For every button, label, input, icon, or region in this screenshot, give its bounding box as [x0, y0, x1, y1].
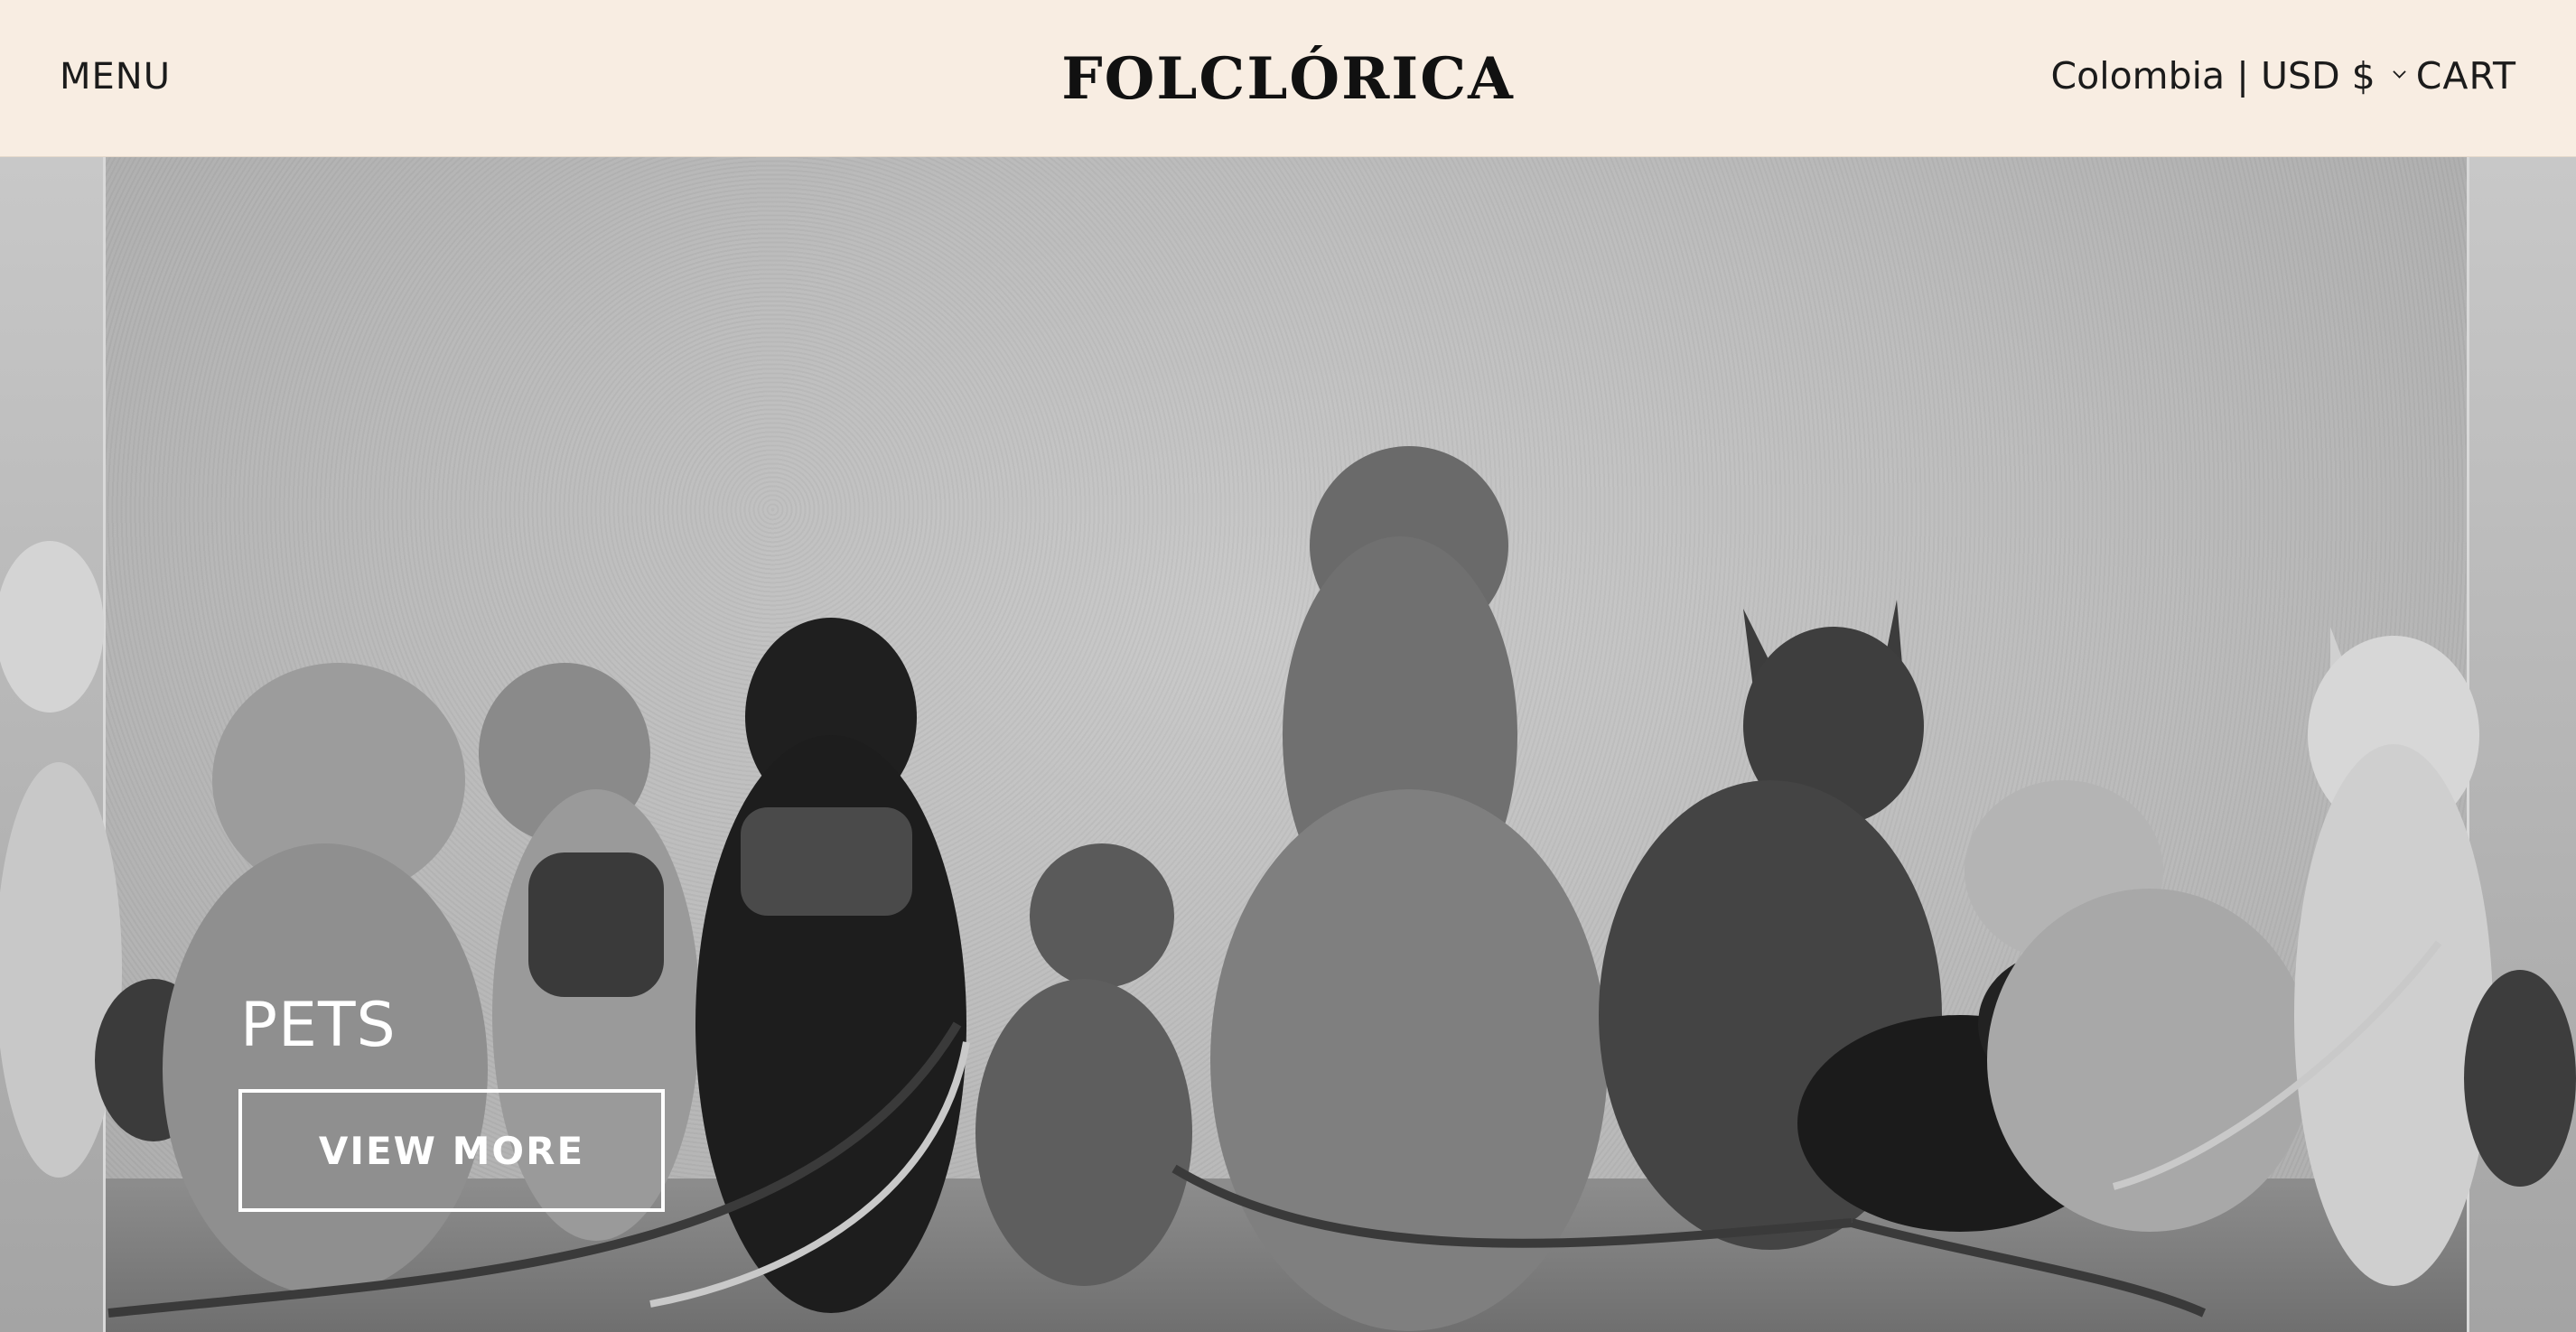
view-more-button[interactable]: VIEW MORE — [238, 1089, 665, 1212]
site-logo[interactable]: FOLCLÓRICA — [1061, 45, 1515, 113]
cart-link[interactable]: CART — [2416, 54, 2516, 98]
hero-banner: PETS VIEW MORE — [0, 157, 2576, 1332]
header-right-nav: Colombia | USD $ CART — [2050, 54, 2516, 98]
country-currency-selector[interactable]: Colombia | USD $ — [2050, 54, 2415, 98]
hero-title: PETS — [240, 990, 397, 1061]
menu-button[interactable]: MENU — [60, 56, 171, 98]
locale-label: Colombia | USD $ — [2050, 54, 2375, 98]
chevron-down-icon — [2393, 64, 2406, 79]
site-header: MENU FOLCLÓRICA Colombia | USD $ CART — [0, 0, 2576, 157]
